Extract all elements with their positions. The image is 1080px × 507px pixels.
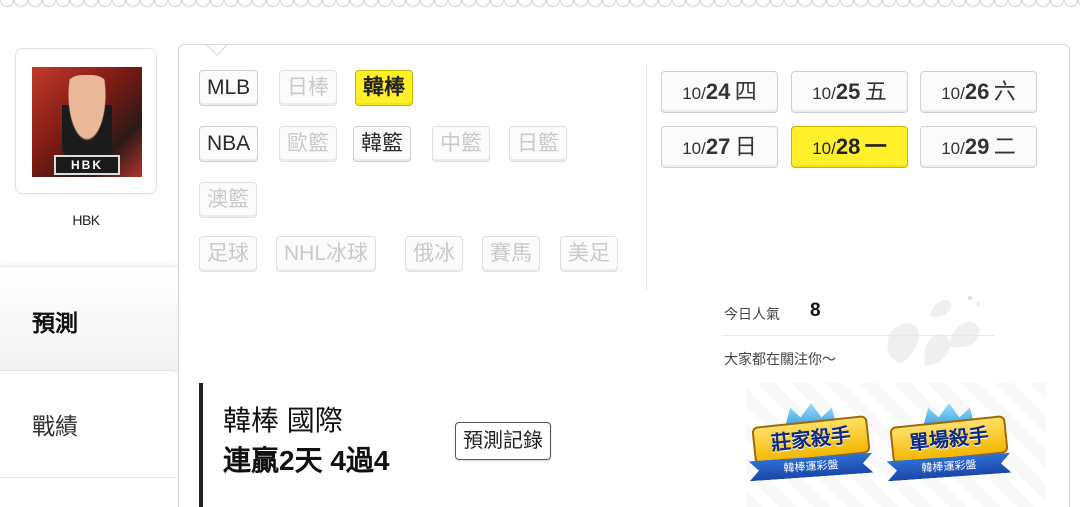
date-month: 10/	[941, 84, 965, 103]
league-chip-mlb[interactable]: MLB	[199, 70, 259, 106]
date-month: 10/	[682, 139, 706, 158]
date-weekday: 二	[993, 134, 1016, 159]
date-weekday: 一	[864, 134, 887, 159]
side-tab-record[interactable]: 戰績	[0, 370, 178, 478]
record-title: 韓棒 國際	[223, 405, 343, 436]
date-day: 27	[705, 134, 731, 159]
league-chip-horse-racing: 賽馬	[482, 236, 540, 272]
avatar-figure	[62, 75, 112, 155]
side-tab-prediction[interactable]: 預測	[0, 266, 178, 374]
league-chip-soccer: 足球	[199, 236, 257, 272]
league-chip-bleague: 日籃	[509, 126, 567, 162]
league-chip-cba: 中籃	[432, 126, 490, 162]
date-weekday: 日	[734, 134, 757, 159]
record-streak: 連贏2天 4過4	[223, 445, 390, 476]
date-chip-1025[interactable]: 10/25 五	[791, 71, 908, 113]
date-day: 29	[964, 134, 990, 159]
league-chip-nba[interactable]: NBA	[199, 126, 259, 162]
record-section: 韓棒 國際 連贏2天 4過4 預測記錄 莊家殺手 韓棒運彩盤 單場殺手 韓棒運彩…	[199, 383, 1046, 507]
league-chip-kbl[interactable]: 韓籃	[353, 126, 411, 162]
popularity-divider	[722, 335, 994, 336]
date-day: 25	[835, 79, 861, 104]
league-chip-nfl: 美足	[560, 236, 618, 272]
popularity-value: 8	[810, 300, 821, 321]
badge-single-game-killer[interactable]: 單場殺手 韓棒運彩盤	[887, 401, 1011, 487]
popularity-label: 今日人氣	[724, 306, 780, 322]
scalloped-top-edge	[0, 0, 1080, 14]
avatar[interactable]: HBK	[32, 67, 142, 177]
date-month: 10/	[812, 139, 836, 158]
league-chip-nbl: 澳籃	[199, 182, 257, 218]
user-name: HBK	[72, 212, 100, 228]
date-day: 24	[705, 79, 731, 104]
panel-notch-icon	[207, 45, 227, 56]
date-chip-1028[interactable]: 10/28 一	[791, 126, 908, 168]
popularity-subtitle: 大家都在關注你～	[724, 351, 836, 367]
date-weekday: 五	[864, 79, 887, 104]
date-weekday: 四	[734, 79, 757, 104]
date-month: 10/	[941, 139, 965, 158]
date-month: 10/	[812, 84, 836, 103]
side-tab-label: 戰績	[32, 413, 78, 439]
league-chip-khl: 俄冰	[405, 236, 463, 272]
date-day: 26	[964, 79, 990, 104]
divider	[646, 64, 647, 290]
league-chip-npb: 日棒	[279, 70, 337, 106]
decorative-logo-icon	[887, 296, 980, 366]
avatar-logo-plate: HBK	[54, 155, 120, 175]
prediction-history-button[interactable]: 預測記錄	[455, 422, 551, 460]
date-month: 10/	[682, 84, 706, 103]
league-chip-euro-basketball: 歐籃	[279, 126, 337, 162]
date-chip-1027[interactable]: 10/27 日	[661, 126, 778, 168]
league-chip-nhl: NHL冰球	[276, 236, 377, 272]
date-chip-1029[interactable]: 10/29 二	[920, 126, 1037, 168]
avatar-card[interactable]: HBK	[15, 48, 157, 194]
date-day: 28	[835, 134, 861, 159]
badge-bookmaker-killer[interactable]: 莊家殺手 韓棒運彩盤	[749, 401, 873, 487]
league-chip-kbo[interactable]: 韓棒	[355, 70, 413, 106]
side-tab-label: 預測	[32, 309, 78, 336]
date-weekday: 六	[993, 79, 1016, 104]
date-chip-1024[interactable]: 10/24 四	[661, 71, 778, 113]
date-chip-1026[interactable]: 10/26 六	[920, 71, 1037, 113]
